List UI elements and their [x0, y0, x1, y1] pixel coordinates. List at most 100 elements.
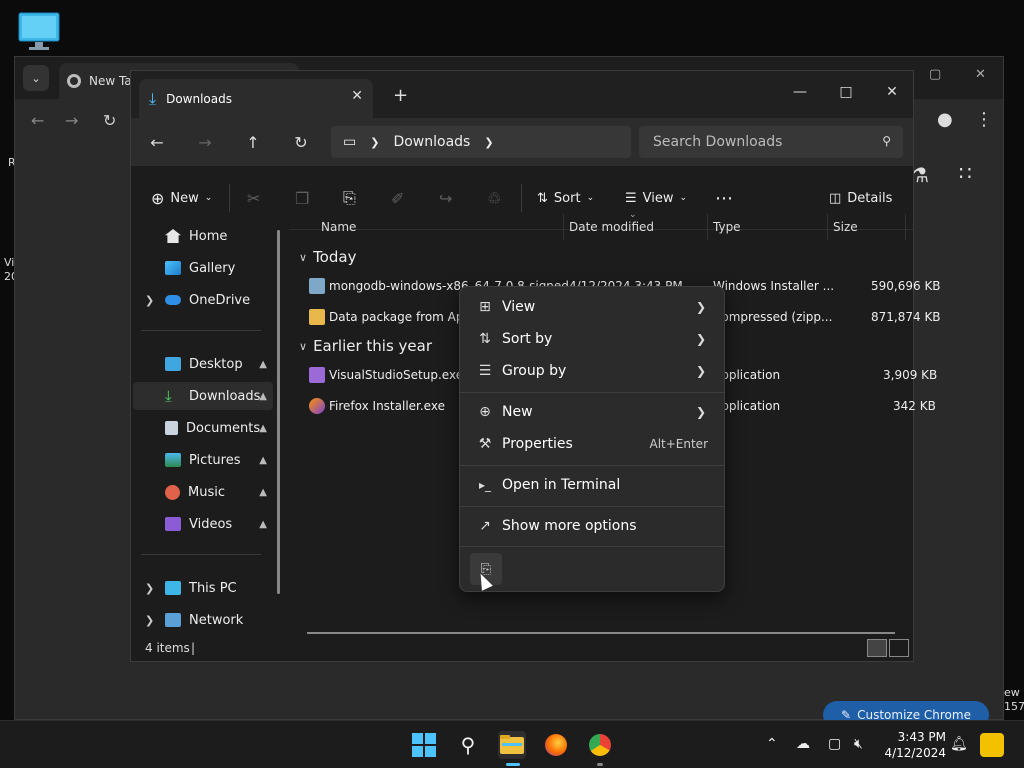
clock[interactable]: 3:43 PM 4/12/2024 — [880, 729, 946, 761]
menu-item-sort-by[interactable]: ⇅ Sort by ❯ — [466, 324, 718, 354]
maximize-icon[interactable]: □ — [823, 77, 869, 107]
chrome-taskbar-icon[interactable] — [586, 731, 614, 759]
search-icon[interactable]: ⚲ — [454, 731, 482, 759]
running-indicator — [597, 763, 603, 766]
sidebar-item-onedrive[interactable]: ❯ OneDrive — [133, 286, 273, 314]
start-button[interactable] — [410, 731, 438, 759]
chrome-back-icon[interactable]: ← — [31, 111, 44, 130]
menu-item-properties[interactable]: ⚒ Properties Alt+Enter — [466, 429, 718, 459]
cut-icon[interactable]: ✂ — [247, 186, 260, 210]
desktop-this-pc-icon[interactable] — [18, 12, 60, 52]
up-icon[interactable]: ↑ — [241, 130, 265, 154]
column-date-modified[interactable]: Date modified — [569, 220, 654, 234]
sidebar-item-home[interactable]: Home — [133, 222, 273, 250]
more-options-icon[interactable]: ⋯ — [715, 186, 733, 210]
share-box-icon: ↗ — [479, 518, 491, 534]
details-button-label: Details — [847, 190, 893, 206]
file-size: 3,909 KB — [883, 368, 938, 382]
pin-icon[interactable]: ▲ — [259, 423, 267, 434]
menu-item-show-more-options[interactable]: ↗ Show more options — [466, 511, 718, 541]
sidebar-item-pictures[interactable]: Pictures ▲ — [133, 446, 273, 474]
details-view-icon[interactable] — [867, 639, 887, 657]
chevron-right-icon[interactable]: ❯ — [145, 294, 154, 307]
close-icon[interactable]: ✕ — [869, 77, 915, 107]
copy-icon[interactable]: ❐ — [295, 186, 309, 210]
volume-muted-icon[interactable]: 🔇︎ — [854, 736, 863, 752]
pin-icon[interactable]: ▲ — [259, 359, 267, 370]
menu-item-new[interactable]: ⊕ New ❯ — [466, 397, 718, 427]
delete-icon[interactable]: ♲ — [487, 186, 501, 210]
new-tab-icon[interactable]: + — [393, 85, 408, 106]
menu-item-view[interactable]: ⊞ View ❯ — [466, 292, 718, 322]
chrome-forward-icon[interactable]: → — [65, 111, 78, 130]
sidebar-item-music[interactable]: Music ▲ — [133, 478, 273, 506]
chevron-right-icon[interactable]: ❯ — [145, 582, 154, 595]
explorer-tab[interactable]: ⤓ Downloads ✕ — [139, 79, 373, 118]
minimize-icon[interactable]: — — [777, 77, 823, 107]
menu-item-label: Properties — [502, 436, 573, 452]
back-icon[interactable]: ← — [145, 130, 169, 154]
sidebar-scrollbar[interactable] — [277, 230, 280, 594]
file-explorer-taskbar-icon[interactable] — [498, 731, 526, 759]
column-size[interactable]: Size — [833, 220, 858, 234]
group-label: Earlier this year — [313, 337, 433, 355]
pin-icon[interactable]: ▲ — [259, 455, 267, 466]
chrome-maximize-icon[interactable]: ▢ — [929, 67, 941, 82]
menu-item-open-in-terminal[interactable]: ▸_ Open in Terminal — [466, 470, 718, 500]
copilot-icon[interactable] — [980, 733, 1004, 757]
refresh-icon[interactable]: ↻ — [289, 130, 313, 154]
menu-item-label: Open in Terminal — [502, 477, 621, 493]
group-header-today[interactable]: ∨ Today — [299, 245, 356, 269]
sidebar-item-desktop[interactable]: Desktop ▲ — [133, 350, 273, 378]
sidebar-item-videos[interactable]: Videos ▲ — [133, 510, 273, 538]
firefox-icon — [309, 398, 325, 414]
chrome-close-icon[interactable]: ✕ — [975, 67, 986, 82]
chevron-right-icon[interactable]: ❯ — [484, 136, 493, 149]
rename-icon[interactable]: ✐ — [391, 186, 404, 210]
menu-item-label: Group by — [502, 363, 567, 379]
sidebar-item-gallery[interactable]: Gallery — [133, 254, 273, 282]
pin-icon[interactable]: ▲ — [259, 391, 267, 402]
forward-icon[interactable]: → — [193, 130, 217, 154]
file-size: 342 KB — [893, 399, 936, 413]
column-headers: Name Date modified ⌄ Type Size — [289, 210, 913, 240]
sort-button[interactable]: ⇅ Sort ⌄ — [537, 186, 594, 210]
sidebar-item-this-pc[interactable]: ❯ This PC — [133, 574, 273, 602]
grid-icon: ⊞ — [479, 299, 491, 315]
new-button[interactable]: ⊕ New ⌄ — [151, 186, 212, 210]
pin-icon[interactable]: ▲ — [259, 519, 267, 530]
details-button[interactable]: ◫ Details — [829, 186, 892, 210]
sidebar-item-documents[interactable]: Documents ▲ — [133, 414, 273, 442]
chrome-profile-icon[interactable]: ● — [937, 109, 953, 130]
column-name[interactable]: Name — [321, 220, 356, 234]
sidebar-item-downloads[interactable]: ⤓ Downloads ▲ — [133, 382, 273, 410]
search-input[interactable]: Search Downloads ⚲ — [639, 126, 903, 158]
share-icon[interactable]: ↪ — [439, 186, 452, 210]
show-hidden-icons-icon[interactable]: ⌃ — [766, 736, 778, 752]
close-tab-icon[interactable]: ✕ — [351, 88, 363, 104]
address-bar[interactable]: ▭ ❯ Downloads ❯ — [331, 126, 631, 158]
horizontal-scrollbar[interactable] — [307, 632, 895, 634]
display-icon[interactable]: ▢ — [828, 736, 841, 752]
time: 3:43 PM — [897, 730, 946, 744]
chrome-tab-search-button[interactable]: ⌄ — [23, 65, 49, 91]
sidebar-item-network[interactable]: ❯ Network — [133, 606, 273, 634]
column-type[interactable]: Type — [713, 220, 741, 234]
chrome-reload-icon[interactable]: ↻ — [103, 111, 116, 130]
group-header-earlier-this-year[interactable]: ∨ Earlier this year — [299, 334, 432, 358]
terminal-icon: ▸_ — [478, 478, 492, 492]
pin-icon[interactable]: ▲ — [259, 487, 267, 498]
chrome-apps-icon[interactable]: ∷ — [959, 161, 972, 185]
paste-icon[interactable]: ⎘ — [343, 186, 356, 210]
notification-bell-icon[interactable]: 🔔︎ — [950, 736, 968, 752]
menu-item-label: New — [502, 404, 533, 420]
wrench-icon: ⚒ — [478, 436, 492, 452]
breadcrumb-downloads[interactable]: Downloads — [393, 134, 470, 150]
firefox-taskbar-icon[interactable] — [542, 731, 570, 759]
view-button[interactable]: ☰ View ⌄ — [625, 186, 687, 210]
chevron-right-icon[interactable]: ❯ — [145, 614, 154, 627]
chrome-menu-icon[interactable]: ⋮ — [975, 109, 993, 130]
menu-item-group-by[interactable]: ☰ Group by ❯ — [466, 356, 718, 386]
onedrive-offline-icon[interactable]: ☁ — [796, 736, 810, 752]
large-icons-view-icon[interactable] — [889, 639, 909, 657]
